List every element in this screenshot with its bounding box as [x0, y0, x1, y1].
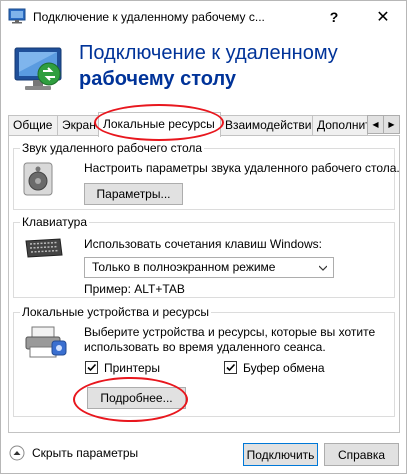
- header-banner: Подключение к удаленному рабочему столу: [1, 32, 406, 104]
- close-button[interactable]: ✕: [360, 1, 406, 32]
- chevron-up-icon[interactable]: [9, 445, 25, 461]
- printers-checkbox[interactable]: [85, 361, 98, 374]
- sound-group-title: Звук удаленного рабочего стола: [20, 141, 205, 155]
- tab-panel: Звук удаленного рабочего стола Настроить…: [8, 135, 400, 433]
- window-title: Подключение к удаленному рабочему с...: [33, 10, 265, 24]
- speaker-icon: [23, 162, 53, 196]
- devices-description-line1: Выберите устройства и ресурсы, которые в…: [84, 325, 376, 339]
- printers-label[interactable]: Принтеры: [104, 361, 160, 375]
- help-title-button[interactable]: ?: [311, 1, 357, 32]
- footer: Скрыть параметры Подключить Справка: [1, 433, 406, 473]
- windows-keys-select-value: Только в полноэкранном режиме: [92, 260, 276, 274]
- devices-description-line2: использовать во время удаленного сеанса.: [84, 340, 326, 354]
- rdp-window: Подключение к удаленному рабочему с... ?…: [0, 0, 407, 474]
- devices-icon: [25, 326, 67, 358]
- annotation-ellipse-tab: [94, 104, 224, 141]
- keyboard-group: Клавиатура Использовать сочетания клавиш…: [13, 215, 395, 298]
- sound-group: Звук удаленного рабочего стола Настроить…: [13, 141, 400, 210]
- help-button[interactable]: Справка: [324, 443, 399, 466]
- tab-experience[interactable]: Взаимодействие: [220, 115, 313, 136]
- annotation-ellipse-details: [73, 377, 188, 422]
- devices-group: Локальные устройства и ресурсы Выберите …: [13, 305, 395, 417]
- remote-desktop-icon: [8, 8, 26, 24]
- sound-description: Настроить параметры звука удаленного раб…: [84, 161, 400, 175]
- keyboard-icon: [25, 238, 63, 258]
- connect-button[interactable]: Подключить: [243, 443, 318, 466]
- tab-advanced[interactable]: Дополнит: [312, 115, 368, 136]
- clipboard-checkbox[interactable]: [224, 361, 237, 374]
- keyboard-description: Использовать сочетания клавиш Windows:: [84, 237, 322, 251]
- sound-settings-button[interactable]: Параметры...: [84, 183, 183, 205]
- banner-title-line2: рабочему столу: [79, 68, 237, 90]
- keyboard-group-title: Клавиатура: [20, 215, 89, 229]
- hide-options-label[interactable]: Скрыть параметры: [32, 446, 138, 460]
- tab-general[interactable]: Общие: [8, 115, 58, 136]
- remote-desktop-logo-icon: [14, 47, 62, 90]
- title-bar: Подключение к удаленному рабочему с... ?…: [1, 1, 406, 32]
- windows-keys-select[interactable]: Только в полноэкранном режиме: [84, 257, 334, 278]
- checkmark-icon: [87, 363, 97, 372]
- chevron-down-icon: [319, 265, 327, 271]
- keyboard-example: Пример: ALT+TAB: [84, 282, 185, 296]
- tab-scroll-right-icon[interactable]: ▶: [383, 115, 400, 134]
- clipboard-label[interactable]: Буфер обмена: [243, 361, 325, 375]
- devices-group-title: Локальные устройства и ресурсы: [20, 305, 211, 319]
- tab-scroll-left-icon[interactable]: ◀: [367, 115, 384, 134]
- checkmark-icon: [226, 363, 236, 372]
- banner-title-line1: Подключение к удаленному: [79, 42, 338, 64]
